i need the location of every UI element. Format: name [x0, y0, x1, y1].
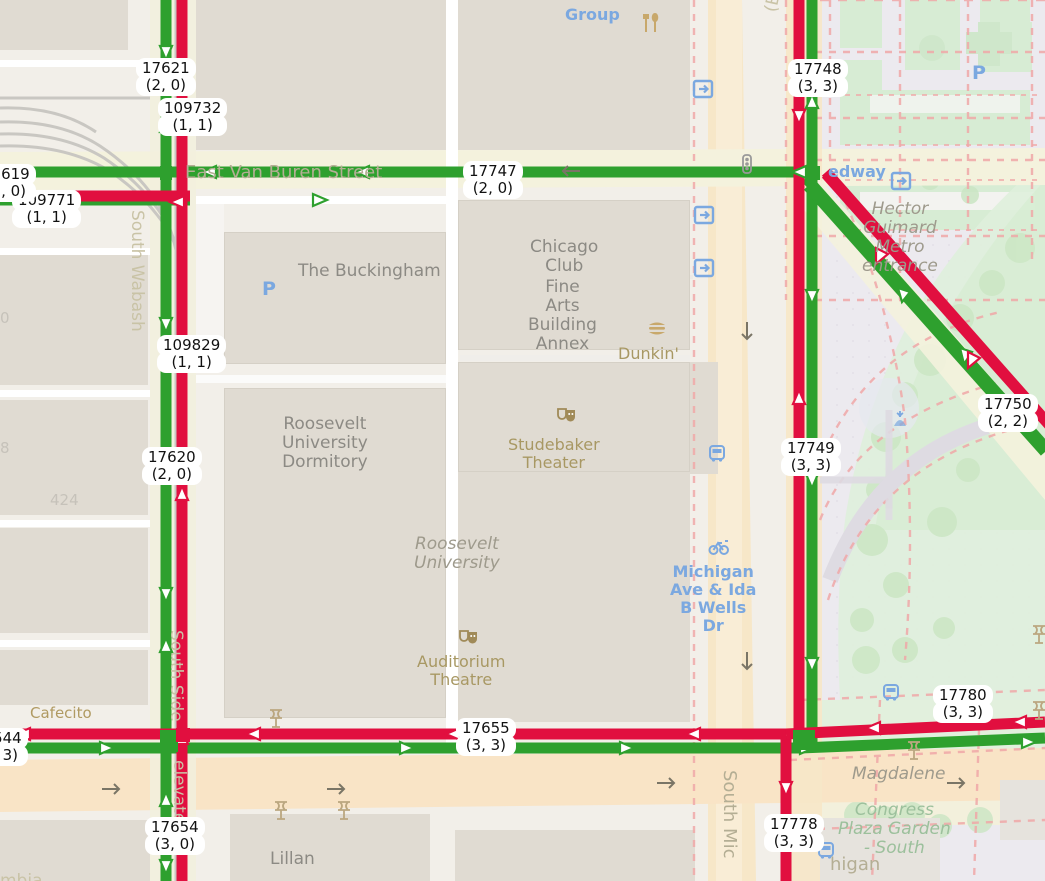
detector-label-17748[interactable]: 17748 (3, 3) [790, 61, 846, 95]
detector-id: 17750 [980, 396, 1036, 413]
detector-id: 17619 [0, 166, 34, 183]
detector-counts: (3, 3) [783, 456, 839, 474]
detector-label-17619[interactable]: 17619(2, 0) [0, 166, 34, 200]
detector-label-17780[interactable]: 17780 (3, 3) [935, 687, 991, 721]
detector-counts: (3, 3) [0, 746, 26, 764]
detector-label-17747[interactable]: 17747 (2, 0) [465, 163, 521, 197]
detector-bubble-layer[interactable]: 17621 (2, 0) 109732 (1, 1) 109771 (1, 1) 10982… [0, 0, 1045, 881]
detector-label-17621[interactable]: 17621 (2, 0) [138, 60, 194, 94]
detector-label-17778[interactable]: 17778 (3, 3) [766, 816, 822, 850]
detector-label-109829[interactable]: 109829 (1, 1) [159, 337, 225, 371]
detector-counts: (3, 3) [935, 703, 991, 721]
detector-counts: (1, 1) [159, 353, 225, 371]
detector-label-17749[interactable]: 17749 (3, 3) [783, 440, 839, 474]
detector-counts: (2, 2) [980, 412, 1036, 430]
detector-label-109732[interactable]: 109732 (1, 1) [160, 100, 226, 134]
detector-counts: (3, 0) [147, 835, 203, 853]
detector-id: 17780 [935, 687, 991, 704]
detector-label-17655[interactable]: 17655 (3, 3) [458, 720, 514, 754]
detector-label-17654[interactable]: 17654 (3, 0) [147, 819, 203, 853]
detector-id: 109829 [159, 337, 225, 354]
detector-id: 17544 [0, 730, 26, 747]
detector-id: 17747 [465, 163, 521, 180]
detector-counts: (2, 0) [0, 182, 34, 200]
detector-label-17750[interactable]: 17750 (2, 2) [980, 396, 1036, 430]
detector-id: 17655 [458, 720, 514, 737]
detector-label-109771[interactable]: 109771 (1, 1) [14, 192, 80, 226]
detector-label-17620[interactable]: 17620 (2, 0) [144, 449, 200, 483]
detector-counts: (1, 1) [160, 116, 226, 134]
detector-id: 109732 [160, 100, 226, 117]
detector-id: 17621 [138, 60, 194, 77]
detector-id: 109771 [14, 192, 80, 209]
detector-counts: (3, 3) [458, 736, 514, 754]
detector-id: 17654 [147, 819, 203, 836]
traffic-map-canvas[interactable]: Group(Entrance)edwayHector Guimard Metro… [0, 0, 1045, 881]
detector-id: 17748 [790, 61, 846, 78]
detector-counts: (3, 3) [766, 832, 822, 850]
detector-counts: (2, 0) [144, 465, 200, 483]
detector-counts: (3, 3) [790, 77, 846, 95]
detector-label-17544[interactable]: 17544(3, 3) [0, 730, 26, 764]
detector-id: 17620 [144, 449, 200, 466]
detector-id: 17749 [783, 440, 839, 457]
detector-id: 17778 [766, 816, 822, 833]
detector-counts: (2, 0) [138, 76, 194, 94]
detector-counts: (2, 0) [465, 179, 521, 197]
detector-counts: (1, 1) [14, 208, 80, 226]
